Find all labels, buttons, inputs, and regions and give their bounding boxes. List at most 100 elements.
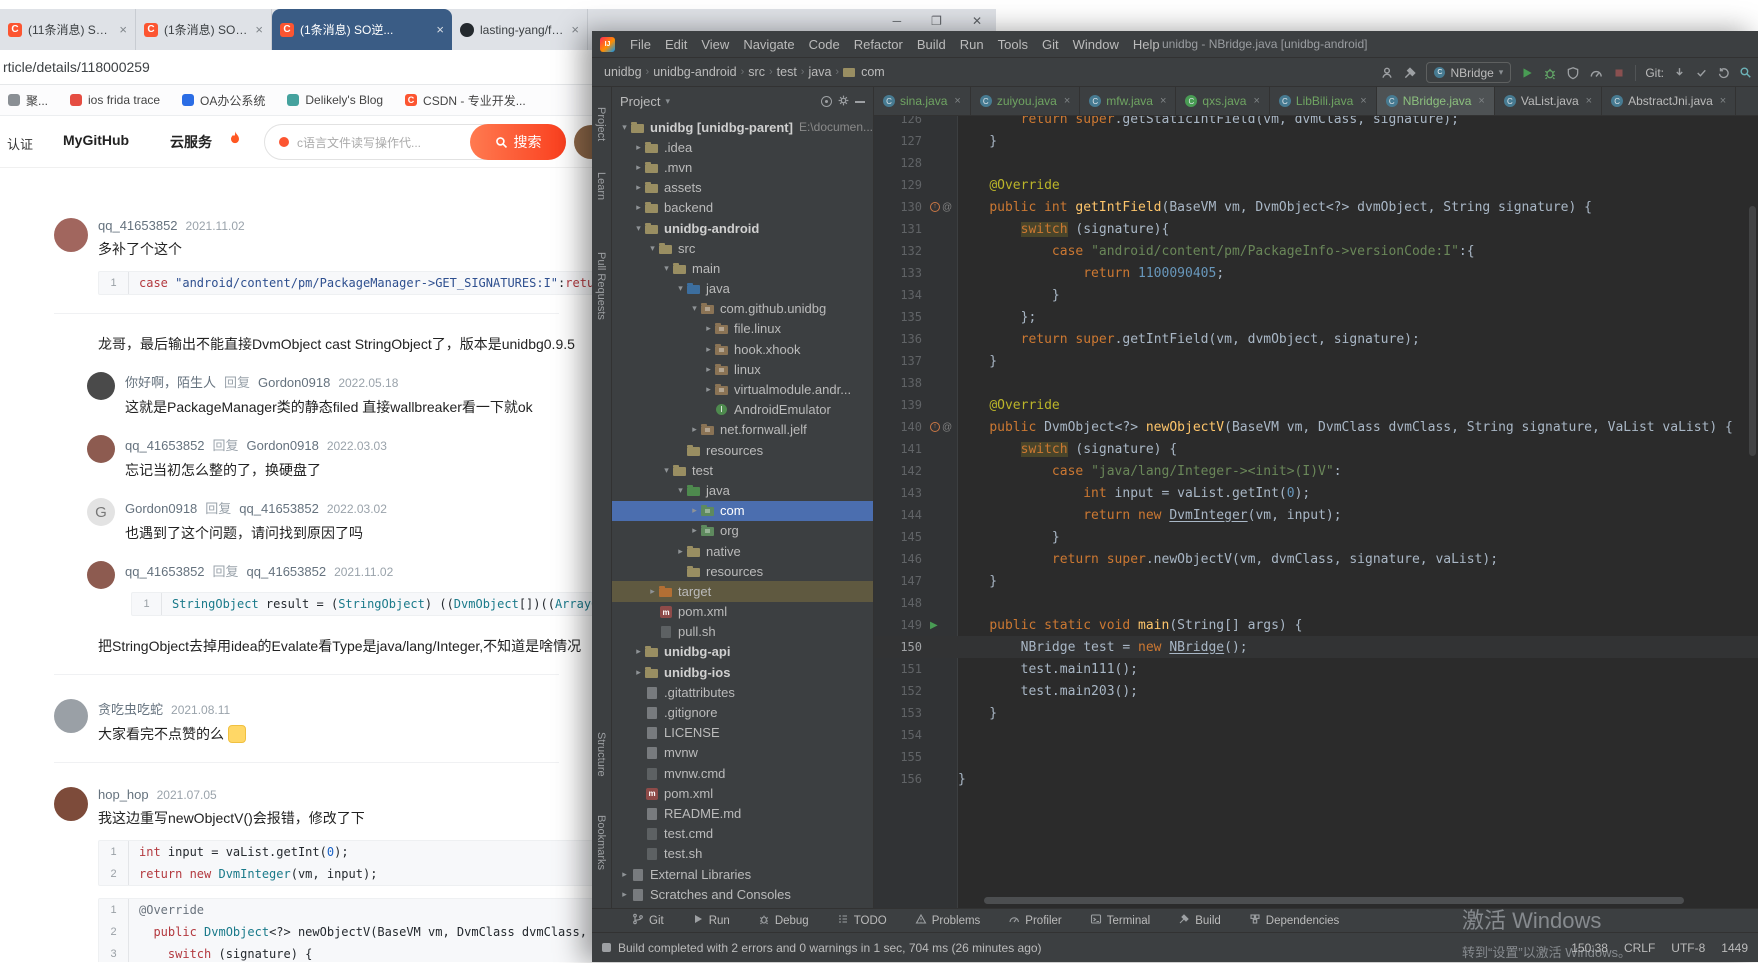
status-file-encoding[interactable]: UTF-8 [1671,941,1705,955]
avatar[interactable]: G [87,498,115,526]
toolwindow-dependencies[interactable]: Dependencies [1249,913,1339,928]
toolwindow-profiler[interactable]: Profiler [1008,913,1062,928]
username[interactable]: hop_hop [98,787,149,802]
menu-edit[interactable]: Edit [658,37,694,52]
tool-stripe-learn[interactable]: Learn [595,172,607,200]
menu-code[interactable]: Code [802,37,847,52]
tab-close-icon[interactable]: × [119,22,127,37]
tree-item[interactable]: ▾ test [612,460,873,480]
editor-tab[interactable]: C AbstractJni.java × [1602,87,1737,115]
tree-item[interactable]: test.sh [612,844,873,864]
tab-close-icon[interactable]: × [436,22,444,37]
bookmark-item[interactable]: ios frida trace [70,93,160,107]
search-button[interactable]: 搜索 [470,124,566,160]
tree-item[interactable]: ▸ backend [612,198,873,218]
username[interactable]: qq_41653852 [98,218,178,233]
tree-item[interactable]: ▾ main [612,258,873,278]
coverage-button[interactable] [1566,66,1580,80]
bookmark-item[interactable]: Delikely's Blog [287,93,383,107]
tree-item[interactable]: ▾ unidbg [unidbg-parent] E:\documen... [612,117,873,137]
tree-item[interactable]: ▸ org [612,521,873,541]
toolwindow-terminal[interactable]: Terminal [1090,913,1150,928]
toolwindow-debug[interactable]: Debug [758,913,809,928]
editor-tab[interactable]: Cmfw.java × [1080,87,1177,115]
reply-target-username[interactable]: qq_41653852 [239,501,319,516]
menu-view[interactable]: View [694,37,736,52]
browser-tab[interactable]: C (11条消息) SO逆... × [0,9,136,50]
menu-window[interactable]: Window [1066,37,1126,52]
tab-close-icon[interactable]: × [571,22,579,37]
avatar[interactable] [87,372,115,400]
tab-close-icon[interactable]: × [1253,95,1259,107]
tree-item[interactable]: ▸ Scratches and Consoles [612,884,873,904]
cloud-service-link[interactable]: 云服务 [170,132,212,152]
toolwindow-todo[interactable]: TODO [837,913,887,928]
tree-item[interactable]: mvnw.cmd [612,763,873,783]
reply-target-username[interactable]: Gordon0918 [247,438,319,453]
tree-item[interactable]: mvnw [612,743,873,763]
tree-item[interactable]: ▾ java [612,279,873,299]
avatar[interactable] [87,561,115,589]
run-line-icon[interactable]: ▶ [930,620,938,631]
git-update-icon[interactable] [1673,66,1686,79]
run-configuration-select[interactable]: C NBridge ▾ [1426,62,1512,83]
build-hammer-icon[interactable] [1403,66,1417,80]
search-input[interactable]: c语言文件读写操作代... 搜索 [264,124,566,160]
username[interactable]: qq_41653852 [125,564,205,579]
project-panel-title[interactable]: Project [620,94,660,109]
browser-tab[interactable]: lasting-yang/fri... × [452,9,588,50]
mygithub-link[interactable]: MyGitHub [63,132,129,148]
git-commit-check-icon[interactable] [1695,66,1708,79]
bookmark-item[interactable]: 聚... [8,92,48,109]
status-line-separator[interactable]: CRLF [1624,941,1655,955]
tree-item[interactable]: ▸ net.fornwall.jelf [612,420,873,440]
username[interactable]: qq_41653852 [125,438,205,453]
tool-stripe-bookmarks[interactable]: Bookmarks [595,815,607,870]
tree-item[interactable]: m pom.xml [612,602,873,622]
avatar[interactable] [87,435,115,463]
tree-item[interactable]: ▾ java [612,480,873,500]
tab-close-icon[interactable]: × [255,22,263,37]
tree-item[interactable]: ▸ External Libraries [612,864,873,884]
tree-item[interactable]: ▸ linux [612,359,873,379]
status-memory-indicator[interactable]: 1449 [1721,941,1748,955]
tab-close-icon[interactable]: × [954,95,960,107]
tool-stripe-pull-requests[interactable]: Pull Requests [595,252,607,320]
menu-help[interactable]: Help [1126,37,1167,52]
bookmark-item[interactable]: OA办公系统 [182,92,265,109]
tab-close-icon[interactable]: × [1064,95,1070,107]
tree-item[interactable]: ▸ native [612,541,873,561]
menu-build[interactable]: Build [910,37,953,52]
tree-item[interactable]: ▸ hook.xhook [612,339,873,359]
tree-item[interactable]: pull.sh [612,622,873,642]
toolwindow-run[interactable]: Run [692,913,730,928]
editor-tab[interactable]: Csina.java × [874,87,971,115]
browser-tab[interactable]: C (1条消息) SO逆... × [136,9,272,50]
tab-close-icon[interactable]: × [1586,95,1592,107]
avatar[interactable] [54,218,88,252]
breadcrumb-item[interactable]: com [861,65,885,79]
stop-button[interactable] [1612,66,1626,80]
menu-tools[interactable]: Tools [991,37,1035,52]
tool-stripe-project[interactable]: Project [595,107,607,141]
profiler-button[interactable] [1589,66,1603,80]
locate-file-icon[interactable] [821,96,832,107]
tree-item[interactable]: ▸ .idea [612,137,873,157]
editor-tab[interactable]: C NBridge.java × [1376,87,1495,115]
menu-navigate[interactable]: Navigate [736,37,801,52]
status-caret-position[interactable]: 150:38 [1571,941,1608,955]
editor-tab[interactable]: C LibBili.java × [1270,87,1377,115]
close-button[interactable]: ✕ [972,14,982,28]
git-branch-label[interactable]: Git: [1645,66,1664,80]
override-method-icon[interactable]: ↑ [930,422,940,432]
avatar[interactable] [54,787,88,821]
bookmark-item[interactable]: C CSDN - 专业开发... [405,92,526,109]
editor-tab[interactable]: Cqxs.java × [1176,87,1270,115]
tree-item[interactable]: test.cmd [612,824,873,844]
debug-button[interactable] [1543,66,1557,80]
tree-item[interactable]: ▸ target [612,581,873,602]
settings-gear-icon[interactable] [837,94,850,110]
override-method-icon[interactable]: ↑ [930,202,940,212]
tree-item[interactable]: ▸ assets [612,178,873,198]
breadcrumb-item[interactable]: unidbg-android [653,65,736,79]
